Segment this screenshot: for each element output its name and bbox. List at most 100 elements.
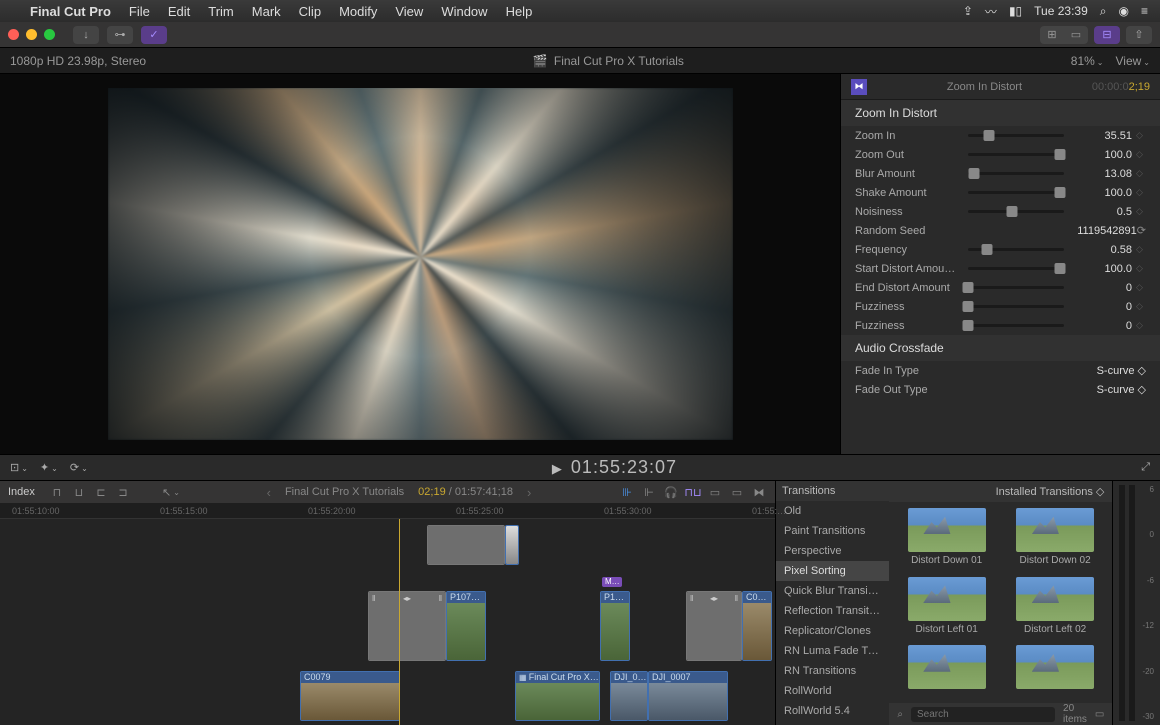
solo-icon[interactable]: 🎧 [663,485,679,499]
category-item[interactable]: Pixel Sorting [776,561,889,581]
fade-out-dropdown[interactable]: S-curve ◇ [1097,383,1146,396]
overwrite-icon[interactable]: ⊐ [115,485,131,499]
timeline-tracks[interactable]: M… ‖◂▸‖ P107… P1… ‖◂▸‖ C0… C0079 ▦ Final… [0,519,775,725]
param-slider[interactable] [968,134,1064,137]
menu-trim[interactable]: Trim [208,4,234,19]
transition-thumb[interactable]: Distort Down 02 [1004,508,1106,571]
wifi-icon[interactable]: ⇪ [963,4,973,18]
clip-fcpx[interactable]: ▦ Final Cut Pro X… [515,671,600,721]
category-item[interactable]: Reflection Transitions [776,601,889,621]
clip-transition-2[interactable]: ‖◂▸‖ [686,591,742,661]
transition-thumb[interactable] [895,645,997,697]
param-value[interactable]: 100.0 [1072,149,1132,161]
retime-icon[interactable]: ⟳⌄ [70,461,88,474]
transition-thumb[interactable]: Distort Left 01 [895,577,997,640]
playhead[interactable] [399,519,400,725]
nav-back-icon[interactable]: ‹ [267,485,271,500]
category-item[interactable]: RollWorld 5.4 [776,701,889,721]
timeline-ruler[interactable]: 01:55:10:00 01:55:15:00 01:55:20:00 01:5… [0,503,775,519]
append-icon[interactable]: ⊏ [93,485,109,499]
close-button[interactable] [8,29,19,40]
viewer[interactable] [0,74,840,454]
menu-window[interactable]: Window [441,4,487,19]
category-item[interactable]: RN Transitions [776,661,889,681]
transition-thumb[interactable] [1004,645,1106,697]
category-item[interactable]: Paint Transitions [776,521,889,541]
transition-thumb[interactable]: Distort Left 02 [1004,577,1106,640]
keyframe-icon[interactable]: ◇ [1136,320,1146,331]
audio-skim-icon[interactable]: ⊩ [641,485,657,499]
index-button[interactable]: Index [8,486,35,498]
keyframe-icon[interactable]: ◇ [1136,149,1146,160]
connect-icon[interactable]: ⊓ [49,485,65,499]
fullscreen-icon[interactable]: ⤢ [1141,461,1150,474]
zoom-dropdown[interactable]: 81%⌄ [1071,54,1104,68]
clip-connected-thumb[interactable] [505,525,519,565]
param-value[interactable]: 0 [1072,320,1132,332]
snap-icon[interactable]: ⊓⊔ [685,485,701,499]
param-value[interactable]: 100.0 [1072,263,1132,275]
param-slider[interactable] [968,305,1064,308]
category-item[interactable]: RN Luma Fade Transitions [776,641,889,661]
minimize-button[interactable] [26,29,37,40]
keyword-button[interactable]: ⊶ [107,26,133,44]
keyframe-icon[interactable]: ◇ [1136,263,1146,274]
param-value[interactable]: 13.08 [1072,168,1132,180]
keyframe-icon[interactable]: ◇ [1136,206,1146,217]
nav-fwd-icon[interactable]: › [527,485,531,500]
view-dropdown[interactable]: View⌄ [1116,54,1151,68]
param-value[interactable]: 100.0 [1072,187,1132,199]
param-slider[interactable] [968,191,1064,194]
param-value[interactable]: 0 [1072,301,1132,313]
param-value[interactable]: 1119542891 [1077,225,1137,237]
installed-dropdown[interactable]: Installed Transitions ◇ [996,485,1105,498]
category-item[interactable]: Perspective [776,541,889,561]
category-item[interactable]: RollWorld [776,681,889,701]
transitions-browser-icon[interactable]: ▭ [729,485,745,499]
notifications-icon[interactable]: ≡ [1141,4,1148,18]
play-icon[interactable]: ▶ [552,461,563,476]
param-slider[interactable] [968,172,1064,175]
clip-c0079[interactable]: C0079 [300,671,400,721]
keyframe-icon[interactable]: ◇ [1136,168,1146,179]
arrow-tool-icon[interactable]: ↖⌄ [163,485,179,499]
keyframe-icon[interactable]: ◇ [1136,282,1146,293]
menu-modify[interactable]: Modify [339,4,377,19]
clip-dji0[interactable]: DJI_0… [610,671,648,721]
battery-icon[interactable]: ▮▯ [1009,4,1022,18]
param-value[interactable]: 35.51 [1072,130,1132,142]
share-button[interactable]: ⇧ [1126,26,1152,44]
menu-clip[interactable]: Clip [299,4,321,19]
maximize-button[interactable] [44,29,55,40]
param-slider[interactable] [968,248,1064,251]
param-slider[interactable] [968,210,1064,213]
menu-view[interactable]: View [395,4,423,19]
refresh-icon[interactable]: ⟳ [1137,224,1146,237]
param-slider[interactable] [968,153,1064,156]
menu-mark[interactable]: Mark [252,4,281,19]
keyframe-icon[interactable]: ◇ [1136,130,1146,141]
clip-c0[interactable]: C0… [742,591,772,661]
menu-file[interactable]: File [129,4,150,19]
effects-icon[interactable]: ✦⌄ [40,461,58,474]
param-slider[interactable] [968,267,1064,270]
skimming-icon[interactable]: ⊪ [619,485,635,499]
menu-help[interactable]: Help [506,4,533,19]
clip-p107[interactable]: P107… [446,591,486,661]
keyframe-icon[interactable]: ◇ [1136,244,1146,255]
timeline-button[interactable]: ⊟ [1094,26,1120,44]
clip-p1[interactable]: P1… [600,591,630,661]
category-item[interactable]: Quick Blur Transitions [776,581,889,601]
category-item[interactable]: Old [776,501,889,521]
param-value[interactable]: 0 [1072,282,1132,294]
search-input[interactable] [911,707,1055,722]
insert-icon[interactable]: ⊔ [71,485,87,499]
transition-thumb[interactable]: Distort Down 01 [895,508,997,571]
siri-icon[interactable]: ◉ [1119,4,1129,18]
fade-in-dropdown[interactable]: S-curve ◇ [1097,364,1146,377]
clip-selected-transition[interactable]: ‖◂▸‖ [368,591,446,661]
grid-icon[interactable]: ▭ [1095,709,1104,720]
browser-toggle[interactable]: ⊞▭ [1040,26,1088,44]
app-name[interactable]: Final Cut Pro [30,4,111,19]
import-button[interactable]: ↓ [73,26,99,44]
